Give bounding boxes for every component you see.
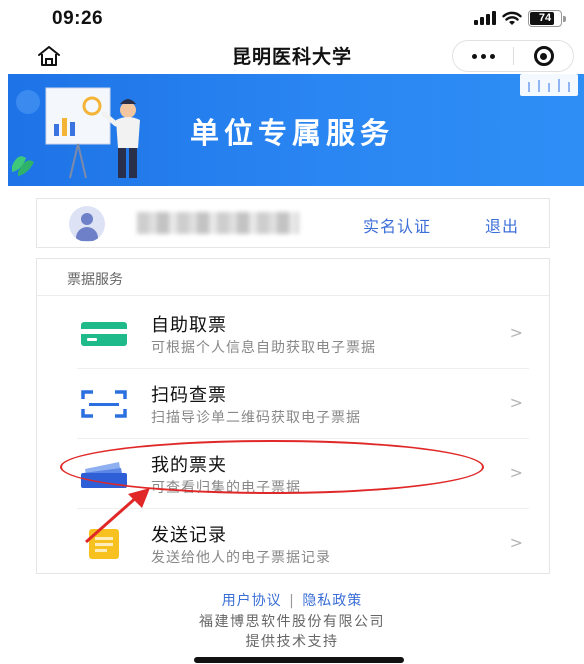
nav-bar: 昆明医科大学 bbox=[0, 38, 584, 74]
battery-tip bbox=[563, 15, 566, 22]
scan-icon bbox=[81, 390, 127, 418]
chevron-right-icon: > bbox=[509, 393, 523, 412]
mini-program-capsule bbox=[452, 40, 574, 72]
arrow-annotation-icon bbox=[85, 488, 150, 544]
logout-link[interactable]: 退出 bbox=[485, 213, 519, 237]
footer-support: 提供技术支持 bbox=[245, 634, 339, 650]
avatar bbox=[69, 206, 105, 242]
status-icons: 74 bbox=[474, 9, 566, 27]
chevron-right-icon: > bbox=[509, 533, 523, 552]
user-agreement-link[interactable]: 用户协议 bbox=[222, 593, 282, 609]
privacy-policy-link[interactable]: 隐私政策 bbox=[302, 593, 362, 609]
service-desc: 发送给他人的电子票据记录 bbox=[151, 550, 331, 566]
footer-company: 福建博思软件股份有限公司 bbox=[199, 614, 385, 630]
footer-separator: | bbox=[289, 593, 295, 609]
real-name-auth-link[interactable]: 实名认证 bbox=[363, 213, 431, 237]
status-bar: 09:26 74 bbox=[0, 0, 584, 38]
more-button[interactable] bbox=[453, 41, 513, 71]
mini-chart-illustration bbox=[520, 74, 578, 96]
presenter-illustration bbox=[12, 87, 140, 179]
wifi-icon bbox=[502, 11, 522, 25]
close-button[interactable] bbox=[514, 41, 573, 71]
more-icon-dot bbox=[480, 53, 486, 59]
section-divider bbox=[37, 295, 549, 296]
user-name-redacted bbox=[137, 212, 299, 234]
service-desc: 扫描导诊单二维码获取电子票据 bbox=[151, 410, 361, 426]
status-time: 09:26 bbox=[52, 8, 104, 29]
more-icon-dot bbox=[489, 53, 495, 59]
banner-title: 单位专属服务 bbox=[190, 116, 395, 150]
service-title: 发送记录 bbox=[151, 525, 227, 546]
avatar-body bbox=[76, 227, 98, 241]
home-indicator bbox=[194, 657, 404, 663]
service-item-self-pickup[interactable]: 自助取票 可根据个人信息自助获取电子票据 > bbox=[37, 299, 549, 369]
user-card: 实名认证 退出 bbox=[36, 198, 550, 248]
card-icon bbox=[81, 322, 127, 346]
chevron-right-icon: > bbox=[509, 463, 523, 482]
chevron-right-icon: > bbox=[509, 323, 523, 342]
avatar-head bbox=[81, 213, 93, 225]
service-title: 扫码查票 bbox=[151, 385, 227, 406]
footer-links: 用户协议 | 隐私政策 bbox=[0, 590, 584, 610]
section-label: 票据服务 bbox=[67, 272, 123, 288]
service-item-scan-query[interactable]: 扫码查票 扫描导诊单二维码获取电子票据 > bbox=[37, 369, 549, 439]
banner: 单位专属服务 bbox=[8, 74, 584, 186]
battery-icon: 74 bbox=[528, 9, 566, 27]
service-desc: 可根据个人信息自助获取电子票据 bbox=[151, 340, 376, 356]
more-icon-dot bbox=[471, 53, 477, 59]
service-title: 自助取票 bbox=[151, 315, 227, 336]
signal-icon bbox=[474, 11, 496, 25]
target-close-icon bbox=[533, 46, 554, 66]
battery-level: 74 bbox=[538, 12, 552, 24]
